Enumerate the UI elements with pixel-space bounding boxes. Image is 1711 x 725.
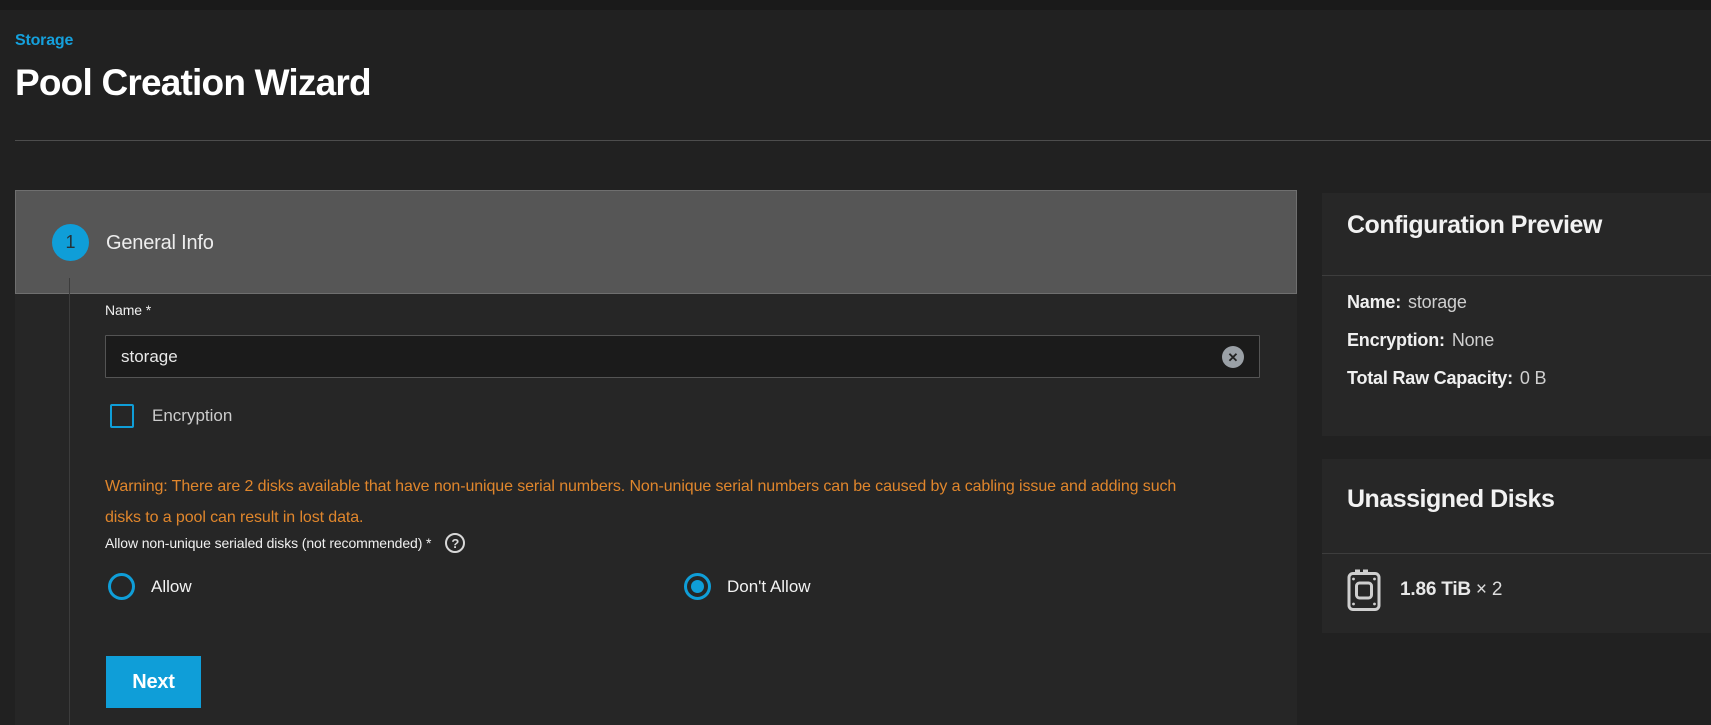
top-edge-strip xyxy=(0,0,1711,10)
unassigned-disk-row: 1.86 TiB× 2 xyxy=(1347,569,1502,611)
pool-name-input[interactable] xyxy=(105,335,1260,378)
hard-disk-icon xyxy=(1347,569,1381,611)
step-title: General Info xyxy=(106,232,214,255)
disk-count: × 2 xyxy=(1476,579,1502,600)
page-title: Pool Creation Wizard xyxy=(15,62,371,104)
panel-divider xyxy=(1322,553,1711,554)
preview-row-name: Name: storage xyxy=(1347,292,1546,330)
preview-name-value: storage xyxy=(1408,292,1467,312)
radio-dont-allow-label: Don't Allow xyxy=(727,577,811,597)
preview-encryption-value: None xyxy=(1452,330,1494,350)
configuration-preview-panel: Configuration Preview Name: storage Encry… xyxy=(1322,193,1711,436)
preview-row-capacity: Total Raw Capacity: 0 B xyxy=(1347,368,1546,406)
preview-encryption-label: Encryption: xyxy=(1347,330,1445,350)
title-divider xyxy=(15,140,1711,141)
radio-allow-circle-icon[interactable] xyxy=(108,573,135,600)
encryption-checkbox-label: Encryption xyxy=(152,406,232,426)
configuration-preview-title: Configuration Preview xyxy=(1347,211,1602,240)
radio-option-dont-allow[interactable]: Don't Allow xyxy=(684,573,811,600)
preview-name-label: Name: xyxy=(1347,292,1401,312)
radio-option-allow[interactable]: Allow xyxy=(108,573,192,600)
help-icon[interactable]: ? xyxy=(445,533,465,553)
non-unique-serial-warning: Warning: There are 2 disks available tha… xyxy=(105,471,1215,533)
clear-input-icon[interactable]: ✕ xyxy=(1222,346,1244,368)
preview-row-encryption: Encryption: None xyxy=(1347,330,1546,368)
name-field-label: Name * xyxy=(105,302,151,318)
radio-dont-allow-circle-icon[interactable] xyxy=(684,573,711,600)
unassigned-disks-panel: Unassigned Disks 1.86 TiB× 2 xyxy=(1322,459,1711,633)
radio-allow-label: Allow xyxy=(151,577,192,597)
disk-summary: 1.86 TiB× 2 xyxy=(1400,579,1502,601)
step-header-general-info[interactable]: 1 General Info xyxy=(15,190,1297,294)
stepper-connector-line xyxy=(69,278,70,725)
panel-divider xyxy=(1322,275,1711,276)
next-button[interactable]: Next xyxy=(106,656,201,708)
preview-capacity-value: 0 B xyxy=(1520,368,1546,388)
allow-serial-field-row: Allow non-unique serialed disks (not rec… xyxy=(105,533,465,553)
breadcrumb-storage-link[interactable]: Storage xyxy=(15,32,73,50)
encryption-checkbox-row[interactable]: Encryption xyxy=(110,404,232,428)
unassigned-disks-title: Unassigned Disks xyxy=(1347,485,1554,514)
preview-rows: Name: storage Encryption: None Total Raw C… xyxy=(1347,292,1546,406)
allow-serial-field-label: Allow non-unique serialed disks (not rec… xyxy=(105,535,431,551)
encryption-checkbox[interactable] xyxy=(110,404,134,428)
disk-size: 1.86 TiB xyxy=(1400,579,1471,600)
preview-capacity-label: Total Raw Capacity: xyxy=(1347,368,1513,388)
pool-wizard-card: 1 General Info Name * ✕ Encryption Warni… xyxy=(15,190,1297,725)
step-number-badge: 1 xyxy=(52,224,89,261)
